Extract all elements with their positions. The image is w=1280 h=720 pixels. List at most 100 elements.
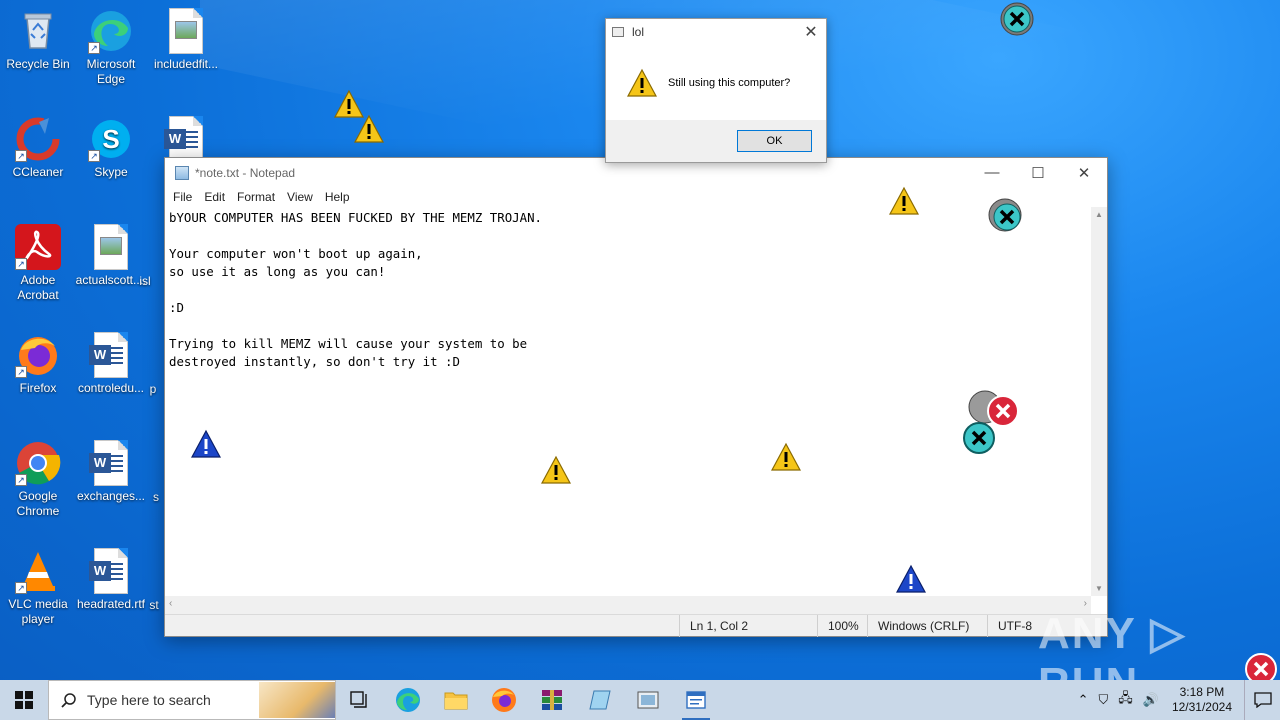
scroll-left-icon[interactable]: ‹ xyxy=(169,598,172,609)
desktop-icon-recycle-bin[interactable]: Recycle Bin xyxy=(0,8,76,72)
message-box-title: lol xyxy=(632,25,645,39)
scroll-up-icon[interactable]: ▲ xyxy=(1091,210,1107,219)
message-box-dialog[interactable]: lol ✕ Still using this computer? OK xyxy=(605,18,827,163)
message-box-body: Still using this computer? xyxy=(606,45,826,121)
close-button[interactable]: ✕ xyxy=(1061,164,1107,182)
task-view-button[interactable] xyxy=(336,680,384,720)
desktop-icon-skype[interactable]: S ↗ Skype xyxy=(73,116,149,180)
svg-text:S: S xyxy=(102,124,119,154)
word-document-icon: W xyxy=(89,548,128,594)
word-document-icon: W xyxy=(164,116,203,162)
desktop-icon-includedfit[interactable]: includedfit... xyxy=(148,8,224,72)
desktop-icon-headrated[interactable]: W headrated.rtf xyxy=(73,548,149,612)
desktop-icon-exchanges[interactable]: W exchanges... xyxy=(73,440,149,504)
desktop-icon-microsoft-edge[interactable]: ↗ Microsoft Edge xyxy=(73,8,149,87)
desktop-icon-label: Adobe Acrobat xyxy=(17,273,59,302)
taskbar-winrar[interactable] xyxy=(528,680,576,720)
desktop-icon-label: isl xyxy=(139,274,151,288)
edge-icon xyxy=(396,688,420,712)
ok-button[interactable]: OK xyxy=(737,130,812,152)
error-icon xyxy=(987,395,1019,427)
error-icon xyxy=(988,198,1022,232)
ccleaner-icon: ↗ xyxy=(15,116,61,162)
skype-icon: S ↗ xyxy=(88,116,134,162)
security-icon[interactable]: ⛉ xyxy=(1093,692,1113,708)
desktop-icon-ccleaner[interactable]: ↗ CCleaner xyxy=(0,116,76,180)
notification-icon xyxy=(1253,692,1272,708)
desktop-icon-vlc[interactable]: ↗ VLC media player xyxy=(0,548,76,627)
desktop-icon-st[interactable]: st xyxy=(142,598,166,613)
horizontal-scrollbar[interactable]: ‹ › xyxy=(165,596,1091,614)
taskbar-search-box[interactable]: Type here to search xyxy=(48,680,336,720)
desktop-icon-label: Skype xyxy=(94,165,128,179)
desktop-icon-s[interactable]: s xyxy=(146,490,166,505)
image-file-icon xyxy=(169,8,203,54)
maximize-button[interactable]: ☐ xyxy=(1015,164,1061,182)
desktop-icon-label: Google Chrome xyxy=(16,489,60,518)
shortcut-arrow-icon: ↗ xyxy=(88,150,100,162)
desktop-icon-label: exchanges... xyxy=(76,489,146,503)
taskbar-file-explorer[interactable] xyxy=(432,680,480,720)
desktop-icon-label: headrated.rtf xyxy=(76,597,146,611)
message-box-footer: OK xyxy=(606,120,826,162)
desktop-icon-label: p xyxy=(149,382,157,396)
desktop-icon-label: VLC media player xyxy=(8,597,68,626)
desktop-icon-label: Recycle Bin xyxy=(6,57,70,71)
menu-view[interactable]: View xyxy=(281,187,319,207)
desktop-icon-adobe-acrobat[interactable]: ↗ Adobe Acrobat xyxy=(0,224,76,303)
desktop-icon-label: s xyxy=(153,490,159,504)
taskbar-clock[interactable]: 3:18 PM 12/31/2024 xyxy=(1164,685,1244,715)
taskbar-image-viewer[interactable] xyxy=(624,680,672,720)
error-icon xyxy=(1000,2,1034,36)
scroll-down-icon[interactable]: ▼ xyxy=(1091,584,1107,593)
search-icon xyxy=(61,693,76,708)
network-icon[interactable]: 🖧 xyxy=(1113,689,1138,711)
desktop-icon-isl-2[interactable]: isl xyxy=(120,274,170,289)
desktop-icon-label: Firefox xyxy=(19,381,57,395)
clock-date: 12/31/2024 xyxy=(1171,700,1232,714)
recycle-bin-icon xyxy=(15,8,61,54)
taskbar-notepad[interactable] xyxy=(672,680,720,720)
chrome-icon: ↗ xyxy=(15,440,61,486)
shortcut-arrow-icon: ↗ xyxy=(15,366,27,378)
menu-file[interactable]: File xyxy=(167,187,198,207)
desktop-icon-label: st xyxy=(149,598,159,612)
close-button[interactable]: ✕ xyxy=(796,22,826,42)
taskbar-edge[interactable] xyxy=(384,680,432,720)
firefox-icon: ↗ xyxy=(15,332,61,378)
menu-edit[interactable]: Edit xyxy=(198,187,231,207)
desktop-icon-firefox[interactable]: ↗ Firefox xyxy=(0,332,76,396)
shortcut-arrow-icon: ↗ xyxy=(15,474,27,486)
notepad-app-icon xyxy=(175,165,189,180)
task-view-icon xyxy=(350,691,367,708)
action-center-button[interactable] xyxy=(1244,680,1280,720)
clock-time: 3:18 PM xyxy=(1179,685,1225,699)
taskbar-notepad-alt[interactable] xyxy=(576,680,624,720)
window-app-icon xyxy=(612,27,624,37)
vertical-scrollbar[interactable]: ▲ ▼ xyxy=(1091,207,1107,596)
status-line-ending: Windows (CRLF) xyxy=(867,615,987,637)
chevron-up-icon[interactable]: ⌃ xyxy=(1073,692,1094,708)
desktop-icon-label: Microsoft Edge xyxy=(86,57,136,86)
taskbar-firefox[interactable] xyxy=(480,680,528,720)
shortcut-arrow-icon: ↗ xyxy=(15,582,27,594)
message-box-title-bar[interactable]: lol ✕ xyxy=(606,19,826,45)
taskbar: Type here to search ⌃ ⛉ 🖧 🔊 3:18 PM 12/3… xyxy=(0,680,1280,720)
menu-format[interactable]: Format xyxy=(231,187,281,207)
blue-warning-icon xyxy=(895,564,927,593)
menu-help[interactable]: Help xyxy=(319,187,356,207)
notepad-icon xyxy=(589,690,611,710)
warning-icon xyxy=(540,455,572,484)
desktop-icon-google-chrome[interactable]: ↗ Google Chrome xyxy=(0,440,76,519)
search-highlight-image xyxy=(259,682,335,718)
winrar-icon xyxy=(542,690,562,710)
notepad-icon xyxy=(686,691,706,709)
notepad-menu-bar: File Edit Format View Help xyxy=(165,187,1107,207)
volume-icon[interactable]: 🔊 xyxy=(1138,692,1164,708)
warning-icon xyxy=(888,186,920,215)
notepad-text-area[interactable]: bYOUR COMPUTER HAS BEEN FUCKED BY THE ME… xyxy=(165,207,1091,596)
start-button[interactable] xyxy=(0,680,48,720)
desktop-icon-label: includedfit... xyxy=(153,57,219,71)
notepad-window[interactable]: *note.txt - Notepad — ☐ ✕ File Edit Form… xyxy=(164,157,1108,637)
minimize-button[interactable]: — xyxy=(969,164,1015,182)
